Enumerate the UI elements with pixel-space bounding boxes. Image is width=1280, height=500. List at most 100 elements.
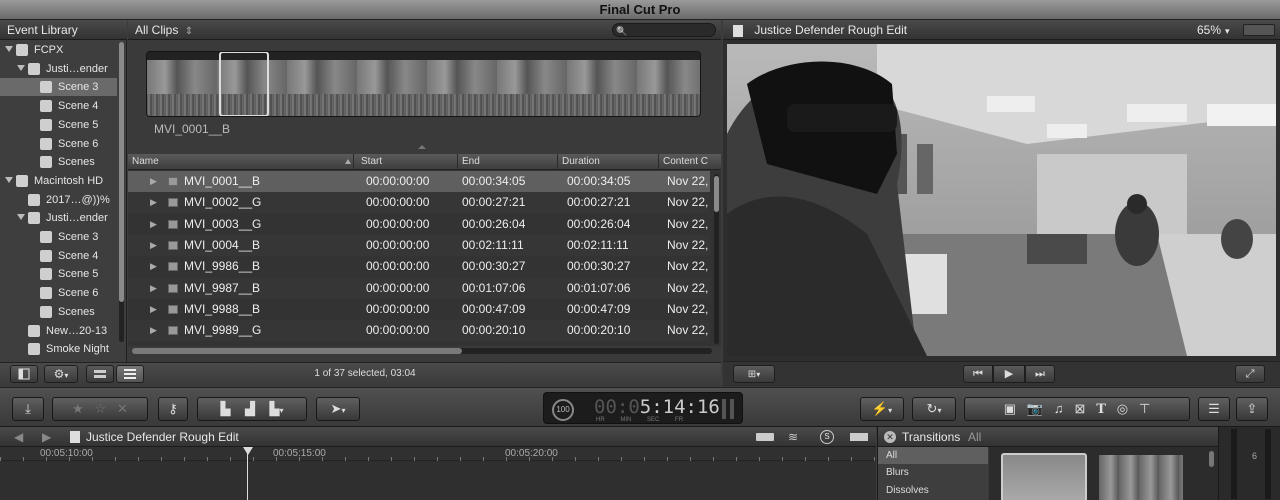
library-item[interactable]: New…20-13 (0, 322, 117, 340)
category-item[interactable]: Dissolves (878, 482, 988, 499)
table-row[interactable]: ▶ MVI_9989__G 00:00:00:00 00:00:20:10 00:00:… (128, 320, 710, 342)
skimmer-selection[interactable] (219, 52, 269, 116)
music-note-icon[interactable]: ♫ (1054, 401, 1064, 416)
clip-list-hscroll-thumb[interactable] (132, 348, 462, 354)
insert-clip-icon[interactable]: ▟ (245, 401, 255, 416)
category-item[interactable]: All (878, 447, 988, 464)
library-item[interactable]: Scene 6 (0, 135, 117, 153)
disclosure-triangle-icon[interactable]: ▶ (150, 171, 157, 192)
playhead-line[interactable] (247, 453, 248, 500)
library-item[interactable]: Scenes (0, 153, 117, 171)
table-row[interactable]: ▶ MVI_0001__B 00:00:00:00 00:00:34:05 00:00:… (128, 171, 710, 192)
sidebar-scroll-thumb[interactable] (119, 42, 124, 302)
effects-browser-icon[interactable]: ▣ (1004, 401, 1016, 416)
forward-arrow-icon[interactable]: ▶ (42, 427, 51, 447)
disclosure-triangle-icon[interactable]: ▶ (150, 278, 157, 299)
close-icon[interactable]: ✕ (884, 431, 896, 443)
disclosure-triangle-icon[interactable] (5, 46, 13, 52)
select-tool-button[interactable]: ➤▾ (316, 397, 360, 421)
filmstrip-view-button[interactable] (86, 365, 114, 383)
library-item[interactable]: Smoke Night (0, 340, 117, 358)
generators-icon[interactable]: ◎ (1117, 401, 1128, 416)
share-button[interactable]: ⇪ (1236, 397, 1268, 421)
library-item[interactable]: Scene 3 (0, 228, 117, 246)
library-item[interactable]: Macintosh HD (0, 172, 117, 190)
clip-list-scrollbar[interactable] (714, 174, 719, 344)
transition-thumbnail[interactable] (1001, 453, 1087, 500)
disclosure-triangle-icon[interactable]: ▶ (150, 299, 157, 320)
clip-filter-dropdown[interactable]: All Clips ⇕ (135, 20, 193, 42)
connect-clip-icon[interactable]: ▙ (221, 401, 231, 416)
back-arrow-icon[interactable]: ◀ (14, 427, 23, 447)
previous-edit-button[interactable]: ⏮ (963, 365, 993, 383)
unrate-star-icon[interactable]: ☆ (95, 401, 107, 416)
table-row[interactable]: ▶ MVI_0004__B 00:00:00:00 00:02:11:11 00:02:… (128, 234, 710, 256)
next-edit-button[interactable]: ⏭ (1025, 365, 1055, 383)
disclosure-triangle-icon[interactable]: ▶ (150, 214, 157, 235)
solo-icon[interactable] (850, 433, 868, 441)
enhancements-button[interactable]: ⚡▾ (860, 397, 904, 421)
library-item[interactable]: Scene 4 (0, 247, 117, 265)
display-options-button[interactable] (1243, 24, 1275, 36)
column-header-start[interactable]: Start (357, 154, 458, 170)
column-header-duration[interactable]: Duration (558, 154, 659, 170)
titles-icon[interactable]: T (1096, 402, 1106, 417)
fullscreen-button[interactable]: ⤢ (1235, 365, 1265, 383)
column-header-end[interactable]: End (458, 154, 558, 170)
transition-thumbnail[interactable] (1099, 455, 1183, 500)
inspector-button[interactable]: ☰ (1198, 397, 1230, 421)
dashboard-timecode[interactable]: 100 00:05:14:16 HR MIN SEC FR (543, 392, 743, 424)
transitions-browser-icon[interactable]: ⊠ (1074, 401, 1085, 416)
chevron-down-icon[interactable]: ▾ (279, 406, 283, 415)
transitions-filter[interactable]: All (968, 427, 981, 447)
action-menu-button[interactable]: ⚙▾ (44, 365, 78, 383)
table-row[interactable]: ▶ MVI_9988__B 00:00:00:00 00:00:47:09 00:00:… (128, 299, 710, 320)
clip-list-hscrollbar[interactable] (132, 348, 712, 354)
library-item[interactable]: Scene 5 (0, 116, 117, 134)
favorite-star-icon[interactable]: ★ (72, 401, 84, 416)
timeline-ruler[interactable]: 00:05:10:00 00:05:15:00 00:05:20:00 (0, 447, 876, 461)
reject-x-icon[interactable]: ✕ (117, 401, 128, 416)
disclosure-triangle-icon[interactable]: ▶ (150, 235, 157, 256)
photos-icon[interactable]: 📷 (1027, 401, 1043, 416)
import-button[interactable]: ⤓ (12, 397, 44, 421)
clip-list-scroll-thumb[interactable] (714, 176, 719, 212)
disclosure-triangle-icon[interactable]: ▶ (150, 256, 157, 277)
library-item[interactable]: FCPX (0, 41, 117, 59)
column-header-content[interactable]: Content C (659, 154, 721, 170)
table-row[interactable]: ▶ MVI_0002__G 00:00:00:00 00:00:27:21 00:00:… (128, 192, 710, 214)
library-item[interactable]: Scene 5 (0, 265, 117, 283)
snapping-icon[interactable]: S (820, 430, 834, 444)
disclosure-triangle-icon[interactable] (17, 214, 25, 221)
table-row[interactable]: ▶ MVI_9987__B 00:00:00:00 00:01:07:06 00:01:… (128, 277, 710, 299)
library-item[interactable]: Justi…ender (0, 60, 117, 78)
library-item[interactable]: Scene 4 (0, 97, 117, 115)
disclosure-triangle-icon[interactable]: ▶ (150, 192, 157, 213)
sidebar-scrollbar[interactable] (119, 42, 124, 342)
retime-button[interactable]: ↻▾ (912, 397, 956, 421)
audio-wave-icon[interactable]: ≋ (788, 427, 798, 447)
table-row[interactable]: ▶ MVI_9986__B 00:00:00:00 00:00:30:27 00:00:… (128, 256, 710, 277)
keyword-button[interactable]: ⚷ (158, 397, 188, 421)
column-header-name[interactable]: Name (128, 154, 354, 170)
library-toggle-button[interactable] (10, 365, 38, 383)
library-item[interactable]: 2017…@))% (0, 191, 117, 209)
library-item[interactable]: Scene 6 (0, 284, 117, 302)
divider-grip-icon[interactable] (418, 145, 426, 149)
themes-icon[interactable]: ⊤ (1139, 401, 1150, 416)
disclosure-triangle-icon[interactable] (17, 64, 25, 71)
list-view-button[interactable] (116, 365, 144, 383)
library-item[interactable]: Justi…ender (0, 209, 117, 227)
viewer-options-button[interactable]: ⊞▾ (733, 365, 775, 383)
library-item[interactable]: Scene 3 (0, 78, 117, 97)
zoom-menu[interactable]: 65% ▾ (1197, 20, 1230, 41)
play-button[interactable]: ▶ (993, 365, 1025, 383)
search-field[interactable]: 🔍 (612, 23, 716, 37)
append-clip-icon[interactable]: ▙ (269, 401, 279, 416)
category-item[interactable]: Blurs (878, 464, 988, 481)
filmstrip[interactable] (146, 51, 701, 117)
background-tasks-indicator[interactable]: 100 (552, 399, 574, 421)
clip-appearance-icon[interactable] (756, 433, 774, 441)
transitions-scroll-thumb[interactable] (1209, 451, 1214, 467)
table-row[interactable]: ▶ MVI_0003__G 00:00:00:00 00:00:26:04 00:00:… (128, 214, 710, 235)
